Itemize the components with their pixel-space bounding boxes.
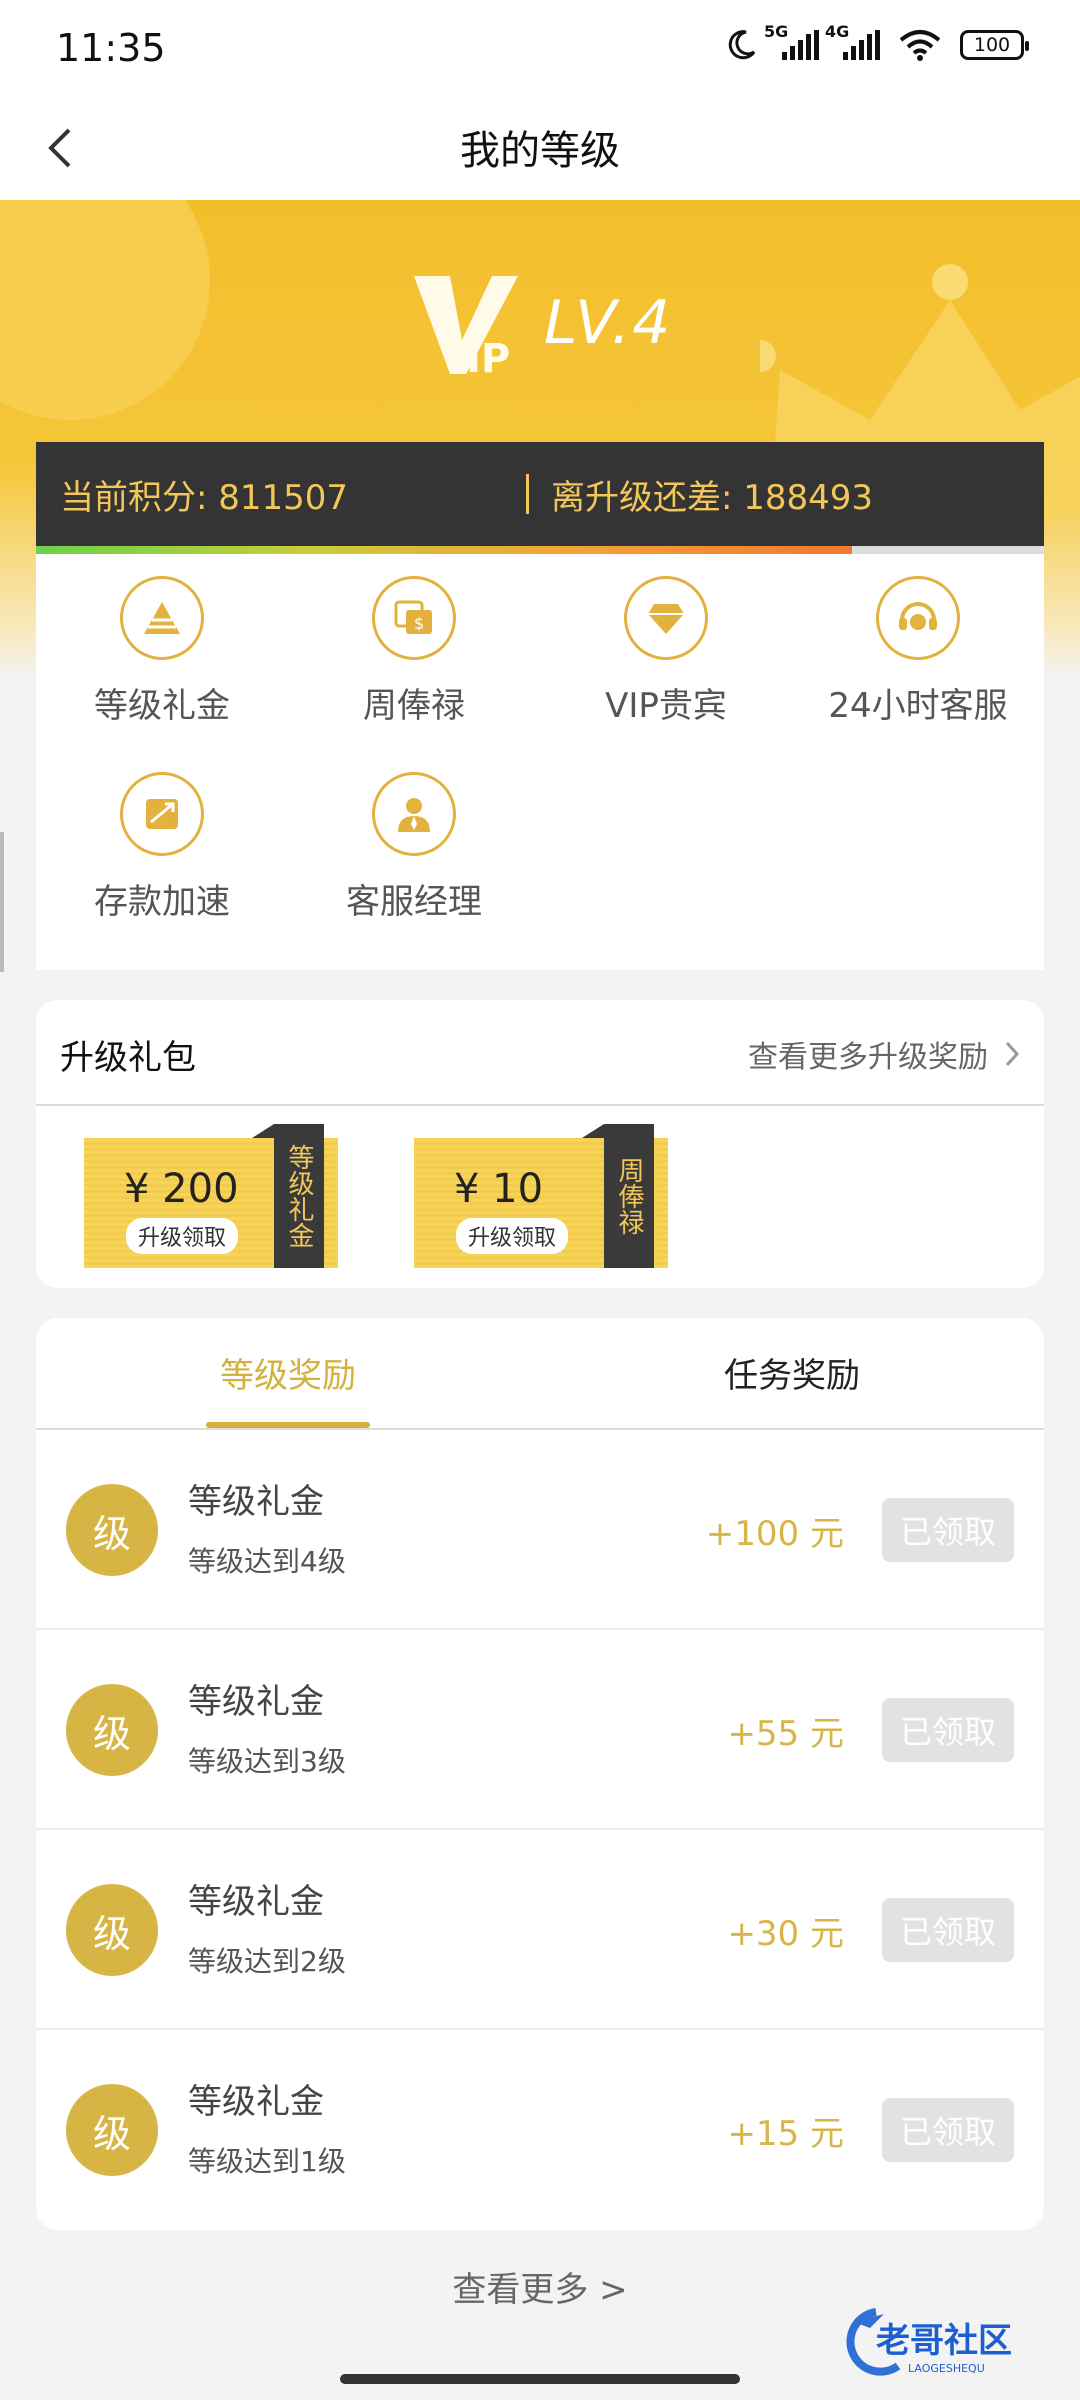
reward-title: 等级礼金	[188, 1682, 324, 1722]
reward-condition: 等级达到3级	[188, 1745, 346, 1778]
vip-logo: IP LV.4	[410, 268, 672, 378]
perks-grid: 等级礼金 $ 周俸禄 VIP贵宾 24小时客服 存款加速 客服经理	[36, 554, 1044, 970]
perk-label: 存款加速	[94, 882, 230, 922]
signal-5g-label: 5G	[764, 22, 789, 41]
coupon-ribbon-text: 周俸禄	[614, 1157, 644, 1235]
perk-label: 24小时客服	[828, 686, 1008, 726]
status-time: 11:35	[56, 26, 166, 70]
more-upgrade-rewards-link[interactable]: 查看更多升级奖励	[748, 1032, 1020, 1076]
claimed-button[interactable]: 已领取	[882, 1698, 1014, 1762]
level-badge: 级	[66, 1884, 158, 1976]
perk-label: 周俸禄	[363, 686, 465, 726]
perk-deposit-speed[interactable]: 存款加速	[36, 750, 288, 923]
signal-4g-label: 4G	[825, 22, 850, 41]
svg-text:$: $	[414, 614, 424, 633]
svg-text:IP: IP	[466, 336, 510, 378]
perk-vip-guest[interactable]: VIP贵宾	[540, 554, 792, 727]
reward-condition: 等级达到4级	[188, 1545, 346, 1578]
coupon-ribbon: 周俸禄	[582, 1124, 654, 1268]
coupon-claim-label: 升级领取	[126, 1218, 239, 1254]
points-separator	[526, 474, 529, 514]
reward-amount: +30 元	[727, 1914, 844, 1954]
claimed-button[interactable]: 已领取	[882, 1898, 1014, 1962]
perk-label: 等级礼金	[94, 686, 230, 726]
coupon-amount: ¥ 10	[454, 1166, 544, 1212]
reward-row: 级 等级礼金 等级达到1级 +15 元 已领取	[36, 2030, 1044, 2230]
watermark-logo: 老哥社区 LAOGESHEQU	[846, 2308, 1012, 2376]
level-badge: 级	[66, 1684, 158, 1776]
coupon-claim-label: 升级领取	[456, 1218, 569, 1254]
upgrade-gift-title: 升级礼包	[60, 1038, 196, 1078]
perk-service-manager[interactable]: 客服经理	[288, 750, 540, 923]
moon-icon	[728, 30, 756, 60]
more-upgrade-rewards-label: 查看更多升级奖励	[748, 1040, 988, 1075]
reward-row: 级 等级礼金 等级达到4级 +100 元 已领取	[36, 1430, 1044, 1630]
coupon-ribbon: 等级礼金	[252, 1124, 324, 1268]
page-title: 我的等级	[460, 128, 620, 174]
reward-amount: +100 元	[705, 1514, 844, 1554]
reward-title: 等级礼金	[188, 1882, 324, 1922]
reward-row: 级 等级礼金 等级达到3级 +55 元 已领取	[36, 1630, 1044, 1830]
coupon-weekly-salary[interactable]: ¥ 10 升级领取 周俸禄	[414, 1124, 668, 1268]
reward-amount: +15 元	[727, 2114, 844, 2154]
signal-4g-icon: 4G	[825, 22, 880, 60]
home-indicator[interactable]	[340, 2374, 740, 2384]
watermark-subtext: LAOGESHEQU	[908, 2362, 985, 2375]
tab-task-rewards[interactable]: 任务奖励	[652, 1348, 932, 1397]
watermark-text: 老哥社区	[876, 2321, 1012, 2361]
signal-5g-icon: 5G	[764, 22, 819, 60]
battery-icon: 100	[960, 30, 1029, 60]
points-bar: 当前积分: 811507 离升级还差: 188493	[36, 442, 1044, 546]
reward-amount: +55 元	[727, 1714, 844, 1754]
manager-icon	[372, 772, 456, 856]
claimed-button[interactable]: 已领取	[882, 1498, 1014, 1562]
reward-condition: 等级达到2级	[188, 1945, 346, 1978]
coupon-tier-bonus[interactable]: ¥ 200 升级领取 等级礼金	[84, 1124, 338, 1268]
divider	[36, 1104, 1044, 1106]
claimed-button[interactable]: 已领取	[882, 2098, 1014, 2162]
reward-condition: 等级达到1级	[188, 2145, 346, 2178]
perk-24h-service[interactable]: 24小时客服	[792, 554, 1044, 727]
navbar: 我的等级	[0, 96, 1080, 200]
perk-weekly-salary[interactable]: $ 周俸禄	[288, 554, 540, 727]
level-badge: 级	[66, 1484, 158, 1576]
reward-title: 等级礼金	[188, 1482, 324, 1522]
vip-level: LV.4	[544, 288, 673, 358]
current-points: 当前积分: 811507	[60, 477, 349, 518]
level-badge: 级	[66, 2084, 158, 2176]
coupon-amount: ¥ 200	[124, 1166, 239, 1212]
perk-label: VIP贵宾	[605, 686, 727, 726]
tier-pyramid-icon	[120, 576, 204, 660]
deposit-speed-icon	[120, 772, 204, 856]
chevron-right-icon	[1005, 1041, 1020, 1067]
headset-icon	[876, 576, 960, 660]
level-progress-fill	[36, 546, 853, 554]
upgrade-gift-card: 升级礼包 查看更多升级奖励 ¥ 200 升级领取 等级礼金 ¥ 10 升级领取 …	[36, 1000, 1044, 1288]
coupon-ribbon-text: 等级礼金	[284, 1144, 314, 1248]
status-icons: 5G 4G 100	[724, 22, 1029, 62]
wifi-icon	[899, 30, 941, 61]
rewards-tabs: 等级奖励 任务奖励	[36, 1318, 1044, 1430]
reward-title: 等级礼金	[188, 2082, 324, 2122]
active-tab-indicator	[206, 1422, 370, 1428]
status-bar: 11:35 5G 4G 100	[0, 0, 1080, 96]
salary-icon: $	[372, 576, 456, 660]
reward-row: 级 等级礼金 等级达到2级 +30 元 已领取	[36, 1830, 1044, 2030]
perk-label: 客服经理	[346, 882, 482, 922]
vip-logo-icon: IP	[414, 276, 518, 378]
diamond-icon	[624, 576, 708, 660]
level-progress-bar	[36, 546, 1044, 554]
tab-level-rewards[interactable]: 等级奖励	[148, 1348, 428, 1397]
points-to-upgrade: 离升级还差: 188493	[551, 477, 874, 518]
rewards-card: 等级奖励 任务奖励 级 等级礼金 等级达到4级 +100 元 已领取 级 等级礼…	[36, 1318, 1044, 2230]
edge-handle[interactable]	[0, 832, 4, 972]
perk-tier-bonus[interactable]: 等级礼金	[36, 554, 288, 727]
decor-circle	[0, 200, 210, 420]
